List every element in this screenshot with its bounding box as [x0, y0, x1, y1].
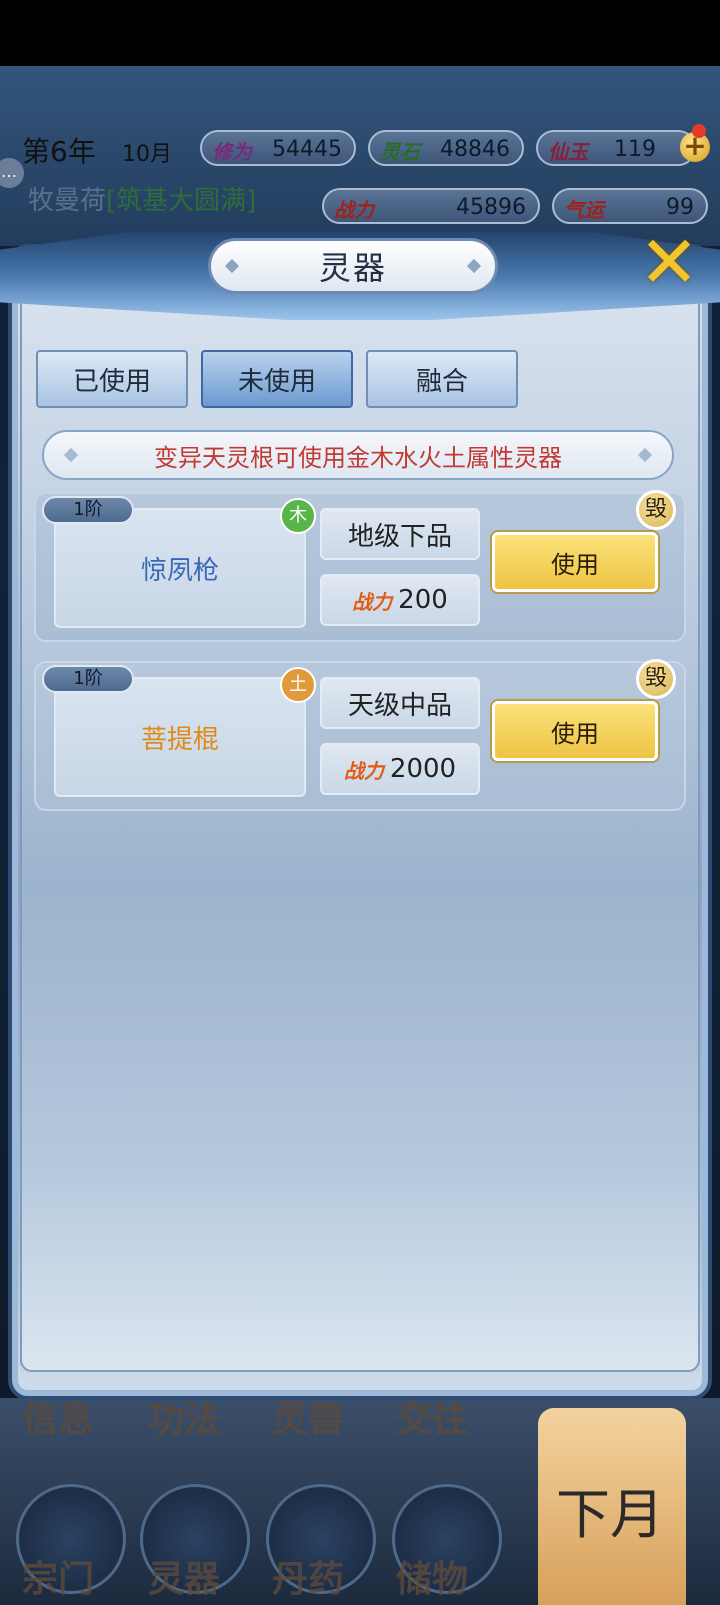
game-month: 10月: [122, 142, 172, 167]
artifact-name-box[interactable]: 惊夙枪: [54, 508, 306, 628]
wood-element-badge: 木: [280, 498, 316, 534]
tab-fusion[interactable]: 融合: [366, 350, 518, 408]
artifact-card: 菩提棍 1阶 土 天级中品 战力 2000 使用 毁: [34, 659, 686, 811]
player-info: 牧曼荷[筑基大圆满]: [28, 180, 256, 217]
game-year: 第6年: [22, 135, 96, 168]
power-box: 战力 200: [320, 574, 480, 626]
immortal-jade-label: 仙玉: [548, 140, 588, 164]
menu-sect[interactable]: 宗门: [22, 1550, 94, 1602]
earth-element-badge: 土: [280, 667, 316, 703]
modal-title-plate: 灵器: [208, 238, 498, 294]
immortal-jade-stat: 仙玉 119: [536, 130, 696, 166]
notification-dot: [692, 124, 706, 138]
combat-power-stat: 战力 45896: [322, 188, 540, 224]
close-icon[interactable]: ✕: [636, 226, 702, 300]
modal-title: 灵器: [318, 249, 387, 287]
use-button[interactable]: 使用: [492, 532, 658, 592]
grade-box: 地级下品: [320, 508, 480, 560]
notice-banner: 变异天灵根可使用金木水火土属性灵器: [42, 430, 674, 480]
grade-text: 地级下品: [347, 521, 452, 552]
title-ornament-right: [466, 258, 482, 274]
spirit-stone-value: 48846: [440, 137, 510, 162]
tier-tag: 1阶: [42, 665, 134, 693]
grade-box: 天级中品: [320, 677, 480, 729]
tab-used[interactable]: 已使用: [36, 350, 188, 408]
luck-stat: 气运 99: [552, 188, 708, 224]
next-month-label: 下月: [556, 1483, 664, 1546]
use-button[interactable]: 使用: [492, 701, 658, 761]
destroy-button[interactable]: 毁: [636, 490, 676, 530]
artifact-name: 菩提棍: [140, 724, 219, 755]
notice-ornament-right: [637, 447, 653, 463]
tier-tag: 1阶: [42, 496, 134, 524]
player-rank: [筑基大圆满]: [106, 186, 257, 216]
combat-power-label: 战力: [334, 198, 374, 222]
luck-value: 99: [666, 195, 694, 220]
notice-text: 变异天灵根可使用金木水火土属性灵器: [154, 443, 562, 472]
immortal-jade-value: 119: [614, 137, 656, 162]
combat-power-value: 45896: [456, 195, 526, 220]
grade-text: 天级中品: [347, 690, 452, 721]
power-value: 200: [398, 585, 448, 615]
cultivation-label: 修为: [212, 140, 252, 164]
power-icon: 战力: [352, 589, 393, 614]
cultivation-stat: 修为 54445: [200, 130, 356, 166]
power-box: 战力 2000: [320, 743, 480, 795]
luck-label: 气运: [564, 198, 604, 222]
menu-pills[interactable]: 丹药: [272, 1550, 344, 1602]
artifact-name-box[interactable]: 菩提棍: [54, 677, 306, 797]
hud-resource-row: 第6年 10月 修为 54445 灵石 48846 仙玉 119: [0, 128, 720, 172]
menu-artifacts[interactable]: 灵器: [148, 1550, 220, 1602]
player-name: 牧曼荷: [28, 186, 107, 216]
artifact-card: 惊夙枪 1阶 木 地级下品 战力 200 使用 毁: [34, 490, 686, 642]
spirit-stone-stat: 灵石 48846: [368, 130, 524, 166]
destroy-button[interactable]: 毁: [636, 659, 676, 699]
title-ornament-left: [224, 258, 240, 274]
artifact-name: 惊夙枪: [140, 555, 219, 586]
cultivation-value: 54445: [272, 137, 342, 162]
tab-unused[interactable]: 未使用: [201, 350, 353, 408]
status-bar: [0, 0, 720, 66]
spirit-stone-label: 灵石: [380, 140, 420, 164]
menu-storage[interactable]: 储物: [396, 1550, 468, 1602]
notice-ornament-left: [63, 447, 79, 463]
power-value: 2000: [389, 754, 457, 784]
power-icon: 战力: [343, 758, 384, 783]
